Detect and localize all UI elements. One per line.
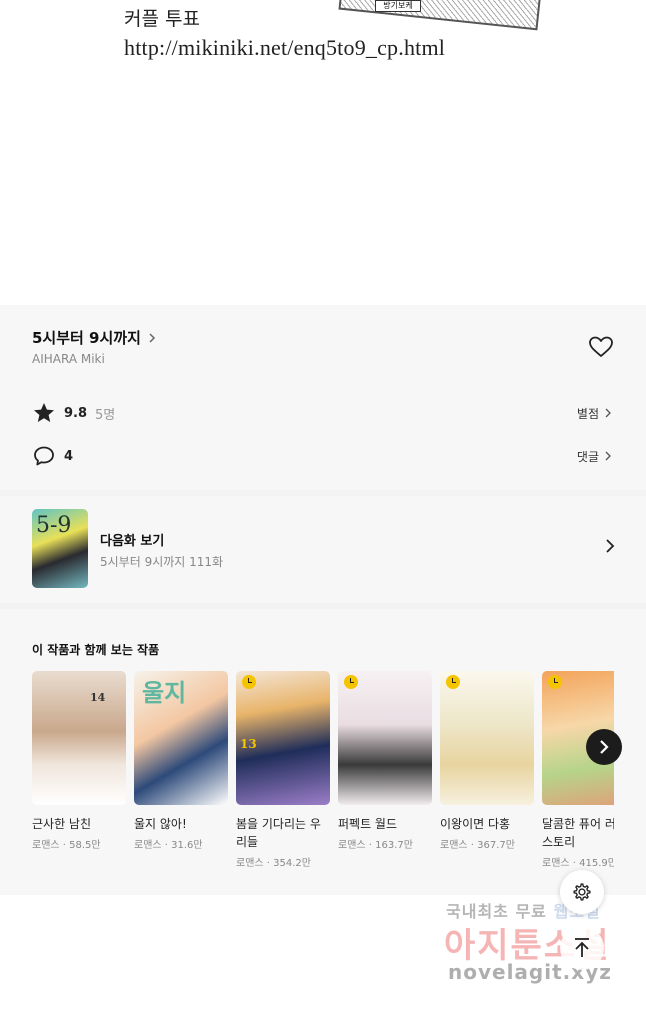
chevron-right-icon bbox=[149, 332, 155, 343]
chevron-right-icon bbox=[605, 408, 611, 418]
rating-count: 5명 bbox=[95, 407, 116, 423]
recommendation-item[interactable]: 울지 울지 않아! 로맨스 · 31.6만 bbox=[134, 671, 228, 851]
recommendation-item[interactable]: 퍼펙트 월드 로맨스 · 163.7만 bbox=[338, 671, 432, 851]
author-name: AIHARA Miki bbox=[32, 352, 105, 366]
clock-icon bbox=[242, 675, 256, 689]
recommendation-title: 근사한 남친 bbox=[32, 817, 92, 831]
recommendation-title: 봄을 기다리는 우리들 bbox=[236, 817, 321, 849]
next-episode-thumbnail: 5-9 bbox=[32, 509, 88, 588]
comment-icon bbox=[34, 446, 54, 466]
settings-button[interactable] bbox=[560, 870, 604, 914]
recommendation-cover: 13 bbox=[236, 671, 330, 805]
carousel-next-button[interactable] bbox=[586, 729, 622, 765]
comments-link-label: 댓글 bbox=[576, 449, 599, 464]
arrow-up-icon bbox=[575, 938, 589, 957]
recommendations-heading: 이 작품과 함께 보는 작품 bbox=[32, 643, 160, 657]
rating-link[interactable]: 별점 bbox=[577, 405, 614, 422]
watermark-line1-a: 국내최초 무료 bbox=[446, 902, 554, 921]
vote-label: 커플 투표 bbox=[124, 8, 200, 30]
chevron-right-icon bbox=[605, 451, 611, 461]
clock-icon bbox=[446, 675, 460, 689]
rating-link-label: 별점 bbox=[576, 406, 599, 421]
recommendations-card: 이 작품과 함께 보는 작품 14 근사한 남친 로맨스 · 58.5만 울지 … bbox=[0, 609, 646, 895]
recommendation-item[interactable]: 달콤한 퓨어 러브 스토리 로맨스 · 415.9만 bbox=[542, 671, 614, 869]
webtoon-image-area: 방기보케 커플 투표 http://mikiniki.net/enq5to9_c… bbox=[0, 0, 646, 305]
work-title: 5시부터 9시까지 bbox=[32, 329, 141, 347]
recommendation-item[interactable]: 13 봄을 기다리는 우리들 로맨스 · 354.2만 bbox=[236, 671, 330, 869]
recommendation-meta: 로맨스 · 367.7만 bbox=[440, 840, 515, 851]
cover-text: 14 bbox=[90, 691, 106, 704]
cover-text: 울지 bbox=[142, 678, 187, 707]
recommendations-list: 14 근사한 남친 로맨스 · 58.5만 울지 울지 않아! 로맨스 · 31… bbox=[32, 671, 614, 881]
recommendation-meta: 로맨스 · 354.2만 bbox=[236, 858, 311, 869]
star-icon bbox=[34, 403, 54, 422]
settings-icon bbox=[573, 883, 591, 901]
chevron-right-icon bbox=[606, 539, 615, 553]
recommendation-title: 달콤한 퓨어 러브 스토리 bbox=[542, 817, 614, 849]
recommendation-title: 울지 않아! bbox=[134, 817, 187, 831]
scroll-top-button[interactable] bbox=[560, 926, 604, 970]
heart-icon[interactable] bbox=[588, 335, 614, 359]
recommendation-cover bbox=[338, 671, 432, 805]
recommendation-title: 퍼펙트 월드 bbox=[338, 817, 398, 831]
recommendation-cover: 14 bbox=[32, 671, 126, 805]
next-episode-label: 다음화 보기 bbox=[100, 534, 165, 549]
sketch-tag: 방기보케 bbox=[375, 0, 421, 12]
recommendation-title: 이왕이면 다홍 bbox=[440, 817, 511, 831]
recommendation-meta: 로맨스 · 163.7만 bbox=[338, 840, 413, 851]
sketch-box-illustration bbox=[338, 0, 542, 31]
episode-footer-panel: 5시부터 9시까지 AIHARA Miki 9.8 5명 별점 4 댓글 5-9… bbox=[0, 305, 646, 895]
recommendation-meta: 로맨스 · 58.5만 bbox=[32, 840, 101, 851]
next-episode-thumb-text: 5-9 bbox=[36, 513, 72, 538]
work-info-card: 5시부터 9시까지 AIHARA Miki 9.8 5명 별점 4 댓글 bbox=[0, 305, 646, 490]
rating-value: 9.8 bbox=[64, 405, 88, 421]
recommendation-item[interactable]: 14 근사한 남친 로맨스 · 58.5만 bbox=[32, 671, 126, 851]
clock-icon bbox=[344, 675, 358, 689]
clock-icon bbox=[548, 675, 562, 689]
work-title-link[interactable]: 5시부터 9시까지 bbox=[32, 327, 159, 348]
recommendation-cover bbox=[440, 671, 534, 805]
recommendation-meta: 로맨스 · 31.6만 bbox=[134, 840, 203, 851]
next-episode-card[interactable]: 5-9 다음화 보기 5시부터 9시까지 111화 bbox=[0, 496, 646, 603]
comments-link[interactable]: 댓글 bbox=[577, 448, 614, 465]
recommendation-meta: 로맨스 · 415.9만 bbox=[542, 858, 614, 869]
vote-url: http://mikiniki.net/enq5to9_cp.html bbox=[124, 35, 446, 60]
comments-row: 4 댓글 bbox=[32, 444, 614, 468]
cover-text: 13 bbox=[240, 737, 257, 751]
recommendation-cover: 울지 bbox=[134, 671, 228, 805]
recommendation-item[interactable]: 이왕이면 다홍 로맨스 · 367.7만 bbox=[440, 671, 534, 851]
chevron-right-icon bbox=[600, 740, 609, 754]
rating-row: 9.8 5명 별점 bbox=[32, 401, 614, 425]
next-episode-subtitle: 5시부터 9시까지 111화 bbox=[100, 555, 224, 569]
comments-count: 4 bbox=[64, 448, 74, 464]
